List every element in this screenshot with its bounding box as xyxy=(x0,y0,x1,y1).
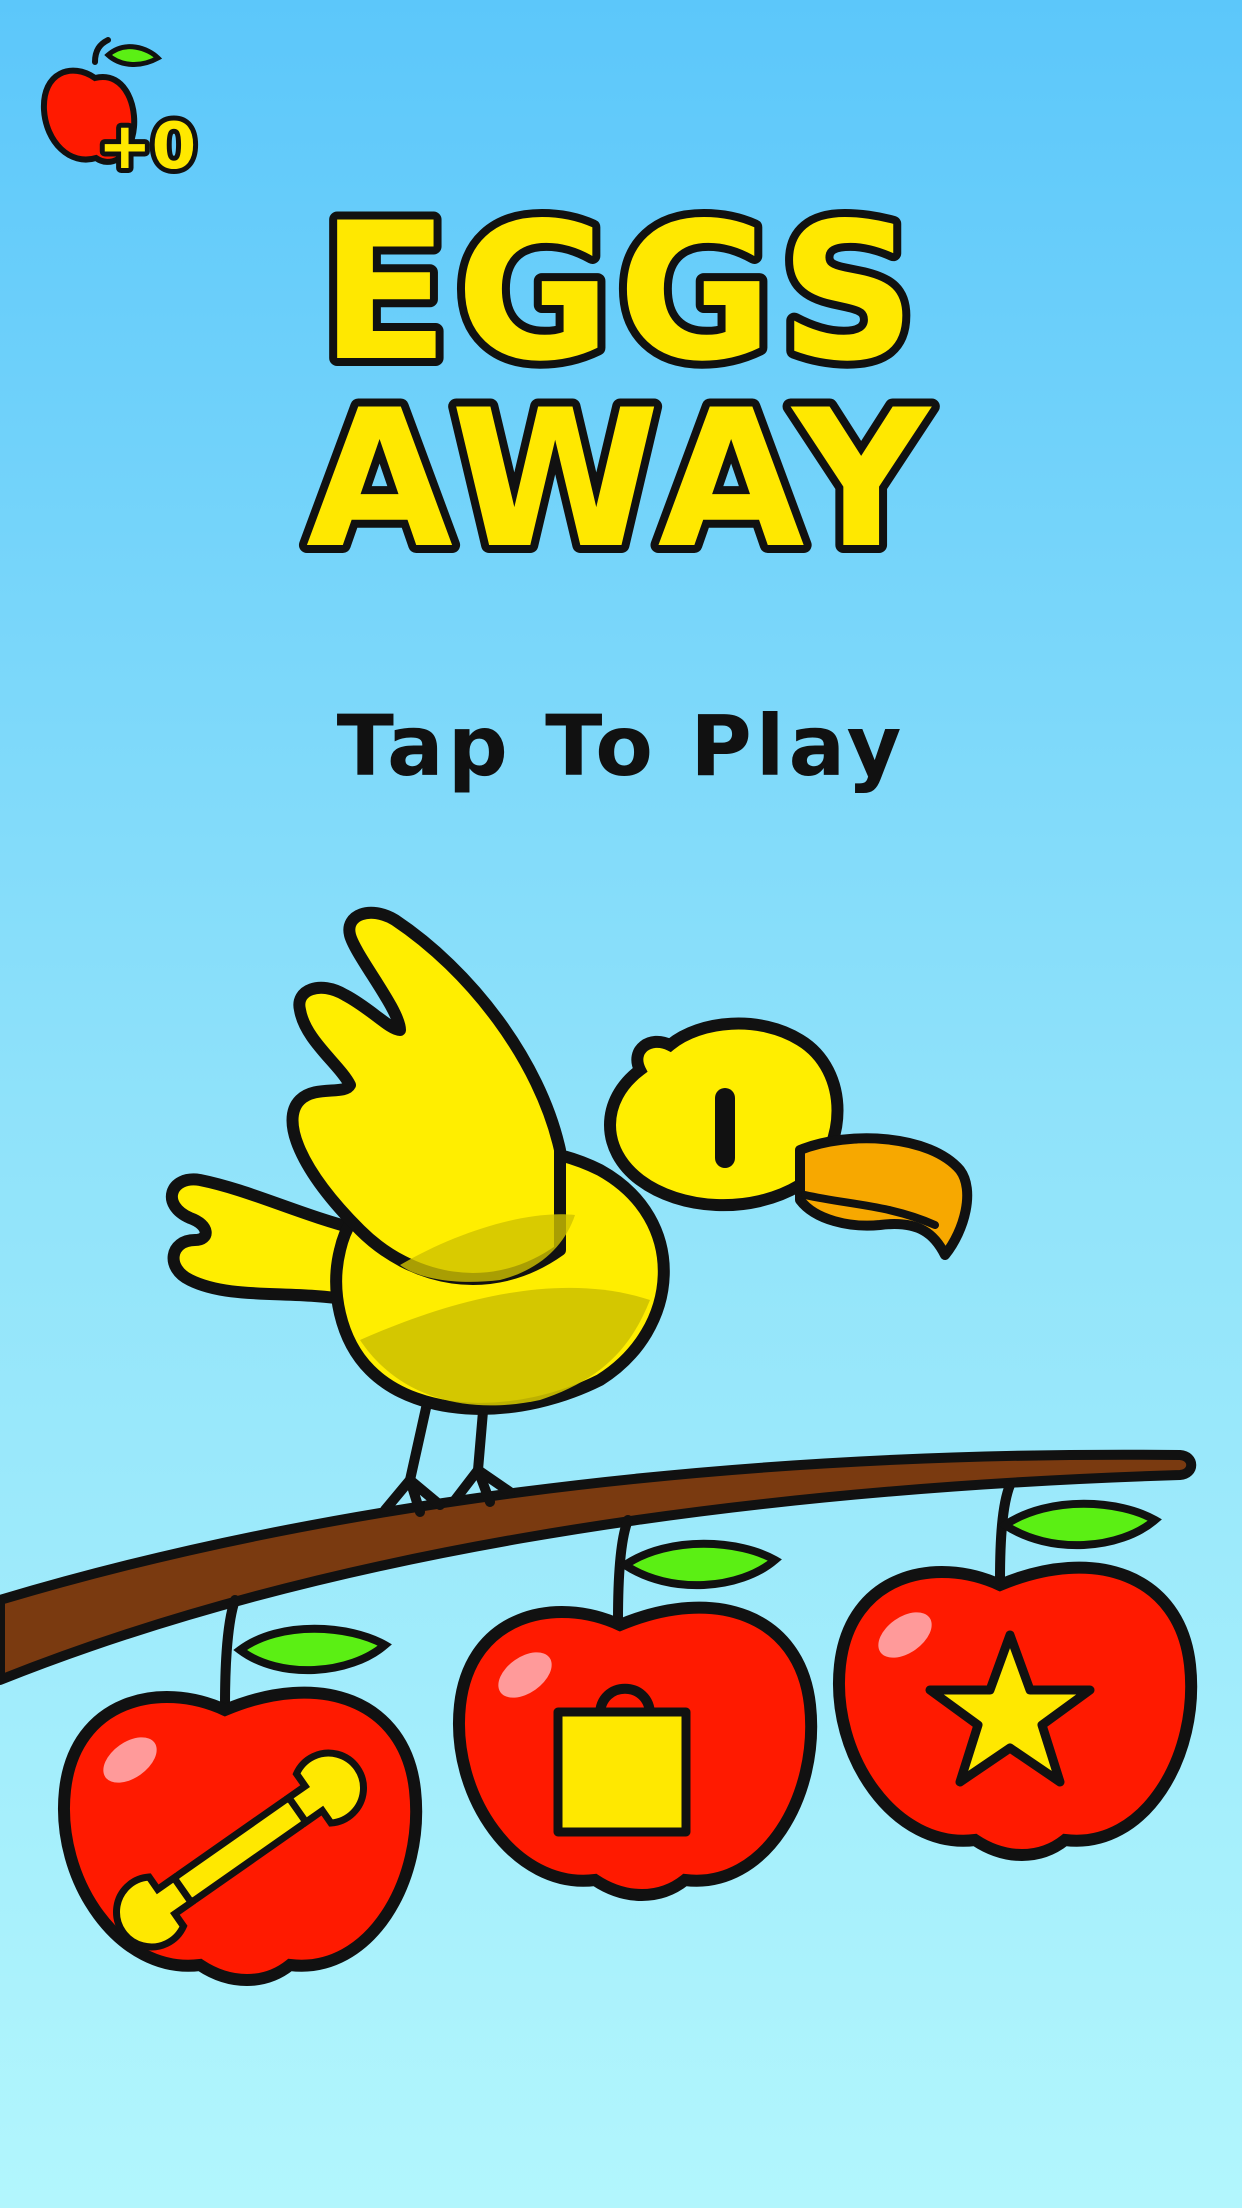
apple-counter: +0 xyxy=(40,37,201,189)
game-title: EGGS AWAY xyxy=(298,174,938,598)
apple-counter-value: +0 xyxy=(98,110,196,184)
bird xyxy=(165,906,973,1517)
achievements-apple-button[interactable] xyxy=(833,1480,1198,1861)
tap-to-play-label[interactable]: Tap To Play xyxy=(337,697,906,795)
game-scene[interactable]: +0 EGGS AWAY Tap To Play xyxy=(0,0,1242,2208)
shopping-bag-icon xyxy=(553,1683,691,1837)
shop-apple-button[interactable] xyxy=(453,1515,818,1901)
title-line-2: AWAY xyxy=(306,369,936,590)
settings-apple-button[interactable] xyxy=(58,1595,423,1986)
